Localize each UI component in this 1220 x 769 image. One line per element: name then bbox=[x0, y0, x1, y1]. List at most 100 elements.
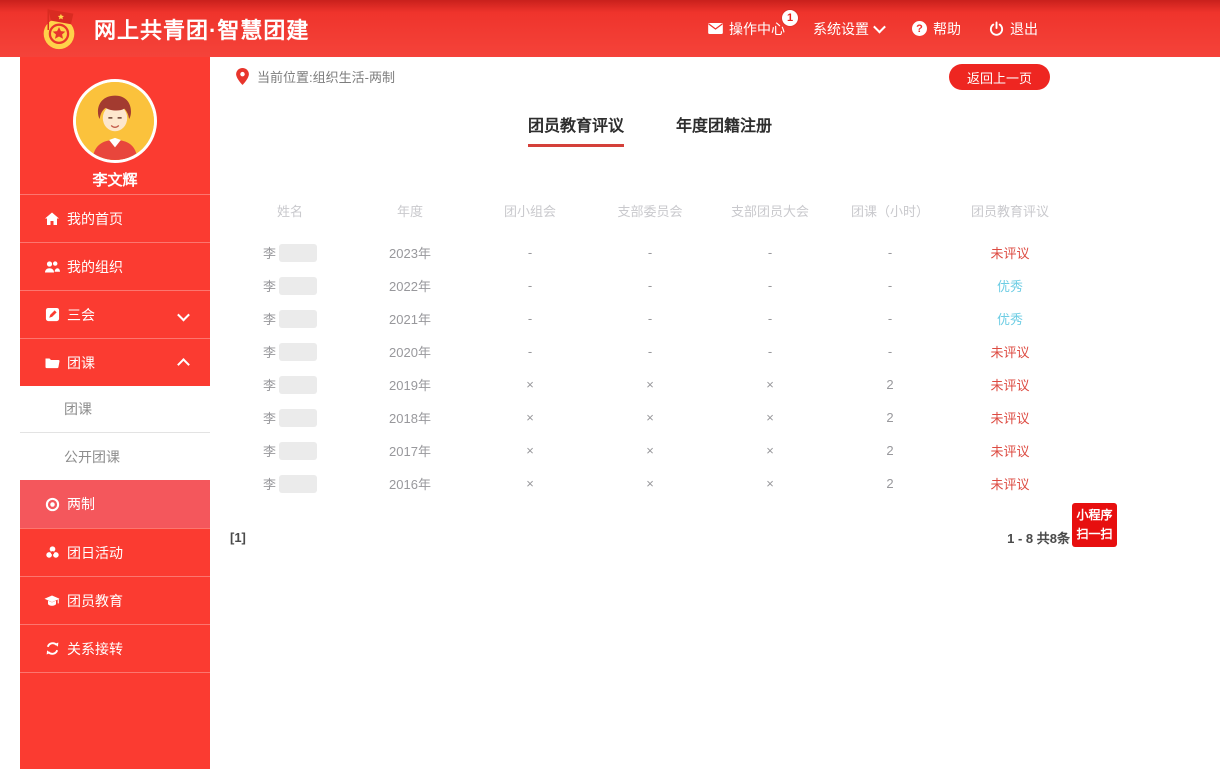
tab-annual-league-registration[interactable]: 年度团籍注册 bbox=[676, 112, 772, 147]
sidebar-divider bbox=[20, 672, 210, 673]
member-name: 李 bbox=[262, 444, 276, 459]
cell-class-hours: 2 bbox=[886, 410, 894, 425]
app-title: 网上共青团·智慧团建 bbox=[94, 17, 310, 43]
question-icon: ? bbox=[912, 21, 927, 36]
cell-branch-committee: × bbox=[646, 476, 654, 491]
sidebar-item-label: 关系接转 bbox=[67, 640, 123, 657]
cell-year: 2020年 bbox=[389, 345, 431, 360]
sidebar-item-label: 两制 bbox=[67, 496, 95, 512]
table-row: 李 2016年 × × × 2 未评议 bbox=[230, 467, 1070, 500]
target-icon bbox=[44, 496, 60, 512]
graduation-cap-icon bbox=[44, 593, 60, 609]
chevron-up-icon bbox=[177, 358, 190, 371]
cell-branch-member-meeting: - bbox=[767, 344, 773, 359]
table-row: 李 2018年 × × × 2 未评议 bbox=[230, 401, 1070, 434]
tab-member-education-review[interactable]: 团员教育评议 bbox=[527, 112, 624, 147]
submenu-item-label: 公开团课 bbox=[64, 448, 120, 465]
cell-group-meeting: × bbox=[526, 377, 534, 392]
cell-branch-member-meeting: × bbox=[766, 377, 774, 392]
column-header-evaluation: 团员教育评议 bbox=[970, 203, 1049, 219]
member-name: 李 bbox=[262, 279, 276, 294]
cell-group-meeting: × bbox=[526, 410, 534, 425]
sidebar-item-two-systems[interactable]: 两制 bbox=[20, 480, 210, 528]
pagination-summary: 1 - 8 共8条 bbox=[1007, 531, 1070, 546]
edit-icon bbox=[44, 307, 60, 323]
cell-name: 李 bbox=[230, 408, 350, 427]
breadcrumb-text: 当前位置:组织生活-两制 bbox=[257, 70, 395, 85]
cell-group-meeting: × bbox=[526, 443, 534, 458]
cell-group-meeting: - bbox=[527, 245, 533, 260]
submenu-item-label: 团课 bbox=[64, 401, 92, 417]
sidebar-item-member-education[interactable]: 团员教育 bbox=[20, 576, 210, 624]
username: 李文辉 bbox=[92, 172, 138, 189]
redacted-name-blur bbox=[279, 243, 317, 262]
sidebar-item-league-class[interactable]: 团课 bbox=[20, 338, 210, 386]
column-header-name: 姓名 bbox=[276, 203, 303, 219]
cell-year: 2018年 bbox=[389, 411, 431, 426]
column-header-year: 年度 bbox=[396, 203, 423, 219]
location-pin-icon bbox=[236, 68, 249, 85]
member-name: 李 bbox=[262, 312, 276, 327]
sidebar-item-league-day-activities[interactable]: 团日活动 bbox=[20, 528, 210, 576]
logout-button[interactable]: 退出 bbox=[989, 19, 1038, 39]
cell-branch-member-meeting: - bbox=[767, 245, 773, 260]
cell-class-hours: - bbox=[887, 311, 893, 326]
sidebar-item-three-meetings[interactable]: 三会 bbox=[20, 290, 210, 338]
cell-name: 李 bbox=[230, 441, 350, 460]
header-nav: 操作中心 1 系统设置 ? 帮助 退出 bbox=[708, 0, 1038, 57]
action-center-label: 操作中心 bbox=[729, 20, 785, 37]
mini-badge-line2: 扫一扫 bbox=[1076, 527, 1113, 541]
member-name: 李 bbox=[262, 477, 276, 492]
sidebar-item-my-organization[interactable]: 我的组织 bbox=[20, 242, 210, 290]
cell-year: 2022年 bbox=[389, 279, 431, 294]
cell-evaluation: 未评议 bbox=[990, 444, 1030, 459]
help-label: 帮助 bbox=[933, 20, 961, 37]
sidebar-item-relation-transfer[interactable]: 关系接转 bbox=[20, 624, 210, 672]
tab-bar: 团员教育评议 年度团籍注册 bbox=[230, 112, 1070, 147]
table-header-row: 姓名 年度 团小组会 支部委员会 支部团员大会 团课（小时） 团员教育评议 bbox=[230, 192, 1070, 228]
league-emblem-logo bbox=[43, 8, 75, 49]
cell-year: 2017年 bbox=[389, 444, 431, 459]
cell-branch-committee: - bbox=[647, 344, 653, 359]
mail-icon bbox=[708, 23, 723, 34]
page-number[interactable]: [1] bbox=[230, 530, 246, 545]
table-row: 李 2021年 - - - - 优秀 bbox=[230, 302, 1070, 335]
sidebar-item-label: 我的组织 bbox=[67, 258, 123, 275]
table-row: 李 2022年 - - - - 优秀 bbox=[230, 269, 1070, 302]
back-button[interactable]: 返回上一页 bbox=[948, 64, 1050, 90]
chevron-down-icon bbox=[177, 308, 190, 322]
page: 网上共青团·智慧团建 操作中心 1 系统设置 ? 帮助 退出 李文辉 我的首页 … bbox=[0, 0, 1220, 769]
cell-year: 2019年 bbox=[389, 378, 431, 393]
cell-branch-committee: × bbox=[646, 410, 654, 425]
sidebar-item-my-homepage[interactable]: 我的首页 bbox=[20, 194, 210, 242]
cell-branch-member-meeting: × bbox=[766, 410, 774, 425]
cell-class-hours: 2 bbox=[886, 443, 894, 458]
cell-year: 2021年 bbox=[389, 312, 431, 327]
member-name: 李 bbox=[262, 345, 276, 360]
sync-icon bbox=[44, 641, 60, 657]
table-body: 李 2023年 - - - - 未评议 李 2022年 - - - - 优秀 李… bbox=[230, 236, 1070, 500]
cell-branch-member-meeting: × bbox=[766, 443, 774, 458]
column-header-group-meeting: 团小组会 bbox=[503, 203, 556, 219]
table-row: 李 2023年 - - - - 未评议 bbox=[230, 236, 1070, 269]
pagination: [1] 1 - 8 共8条 bbox=[230, 528, 1070, 547]
action-center-button[interactable]: 操作中心 1 bbox=[708, 9, 798, 39]
power-icon bbox=[989, 21, 1004, 36]
app-header: 网上共青团·智慧团建 操作中心 1 系统设置 ? 帮助 退出 bbox=[0, 0, 1220, 57]
sidebar-subitem-league-class[interactable]: 团课 bbox=[20, 386, 210, 433]
cell-branch-member-meeting: - bbox=[767, 278, 773, 293]
cell-class-hours: 2 bbox=[886, 377, 894, 392]
table-row: 李 2020年 - - - - 未评议 bbox=[230, 335, 1070, 368]
help-button[interactable]: ? 帮助 bbox=[912, 19, 961, 39]
mini-program-qr-badge[interactable]: 小程序 扫一扫 bbox=[1072, 503, 1117, 547]
sidebar-subitem-public-league-class[interactable]: 公开团课 bbox=[20, 433, 210, 480]
cell-branch-member-meeting: - bbox=[767, 311, 773, 326]
cell-branch-member-meeting: × bbox=[766, 476, 774, 491]
column-header-branch-member-meeting: 支部团员大会 bbox=[730, 203, 809, 219]
cell-group-meeting: - bbox=[527, 278, 533, 293]
sidebar-item-label: 团日活动 bbox=[67, 544, 123, 561]
mini-badge-line1: 小程序 bbox=[1076, 508, 1113, 523]
redacted-name-blur bbox=[279, 375, 317, 394]
system-settings-button[interactable]: 系统设置 bbox=[813, 19, 886, 39]
cell-class-hours: - bbox=[887, 245, 893, 260]
